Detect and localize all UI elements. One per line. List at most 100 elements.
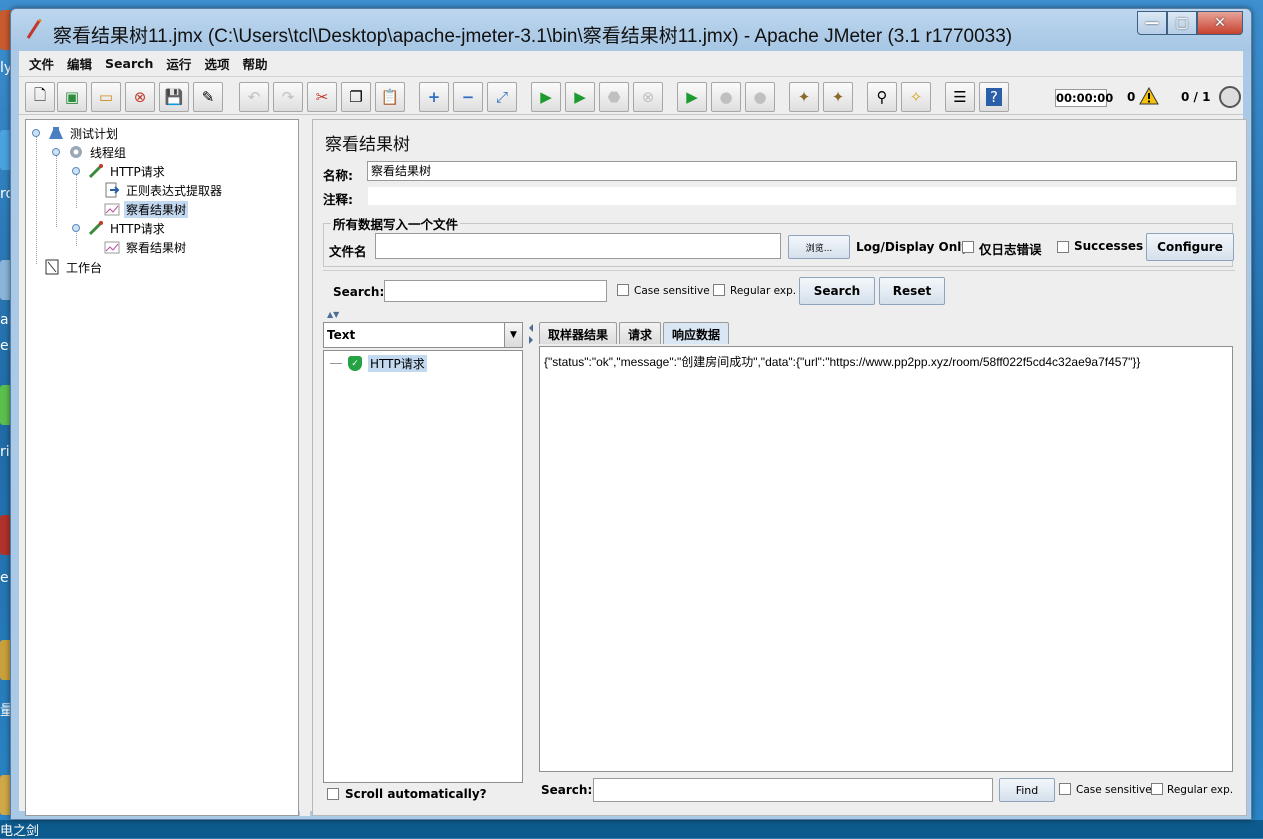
close-button[interactable]: ✕	[1197, 11, 1243, 35]
reset-search-button[interactable]: ✧	[901, 82, 931, 112]
shutdown-button[interactable]: ⊗	[633, 82, 663, 112]
remote-stop-button[interactable]: ●	[711, 82, 741, 112]
undo-icon: ↶	[247, 88, 261, 106]
scroll-auto-checkbox[interactable]	[327, 788, 339, 800]
broom-all-icon: ✦	[831, 88, 845, 106]
write-file-group-title: 所有数据写入一个文件	[331, 214, 461, 233]
collapse-button[interactable]: −	[453, 82, 483, 112]
listener-graph-icon	[104, 241, 120, 254]
find-button[interactable]: Find	[999, 778, 1055, 802]
regular-exp-label: Regular exp.	[730, 285, 797, 297]
find-regular-exp-checkbox[interactable]	[1151, 783, 1163, 795]
comment-field[interactable]	[367, 186, 1237, 206]
new-button[interactable]: 🗋	[25, 82, 55, 112]
tree-node-result-tree[interactable]: 察看结果树	[104, 238, 188, 256]
successes-label: Successes	[1074, 239, 1144, 253]
save-button[interactable]: 💾	[159, 82, 189, 112]
menu-search[interactable]: Search	[105, 56, 153, 71]
expand-toggle-icon[interactable]	[32, 129, 40, 137]
pipette-icon	[88, 221, 103, 236]
elapsed-time: 00:00:00	[1055, 89, 1114, 107]
renderer-select[interactable]: Text ▼	[323, 322, 523, 348]
tab-response-data[interactable]: 响应数据	[663, 322, 730, 344]
tree-node-http-request[interactable]: HTTP请求	[72, 219, 167, 237]
redo-button[interactable]: ↷	[273, 82, 303, 112]
maximize-button[interactable]: ▢	[1167, 11, 1197, 35]
clear-all-button[interactable]: ✦	[823, 82, 853, 112]
paste-button[interactable]: 📋	[375, 82, 405, 112]
find-case-sensitive-label: Case sensitive	[1076, 784, 1152, 796]
sample-result-label: HTTP请求	[368, 355, 427, 372]
tree-node-label: HTTP请求	[110, 164, 165, 179]
open-button[interactable]: ▭	[91, 82, 121, 112]
tab-request[interactable]: 请求	[619, 322, 662, 344]
broom-icon: ✦	[797, 88, 811, 106]
dropdown-arrow-icon[interactable]: ▼	[504, 323, 522, 347]
gear-icon	[70, 146, 82, 158]
split-collapse-arrows[interactable]: ▲▼	[327, 310, 339, 319]
copy-button[interactable]: ❐	[341, 82, 371, 112]
menu-run[interactable]: 运行	[166, 54, 191, 73]
expand-toggle-icon[interactable]	[72, 167, 80, 175]
title-bar[interactable]: 察看结果树11.jmx (C:\Users\tcl\Desktop\apache…	[11, 9, 1251, 51]
menu-help[interactable]: 帮助	[242, 54, 267, 73]
menu-edit[interactable]: 编辑	[67, 54, 92, 73]
tree-node-http-request[interactable]: HTTP请求	[72, 162, 167, 180]
successes-checkbox[interactable]	[1057, 241, 1069, 253]
play-no-timers-icon: ▶	[574, 88, 586, 106]
response-data-text[interactable]: {"status":"ok","message":"创建房间成功","data"…	[539, 346, 1233, 772]
templates-button[interactable]: ▣	[57, 82, 87, 112]
new-file-icon: 🗋	[33, 85, 47, 104]
search-tree-button[interactable]: ⚲	[867, 82, 897, 112]
filename-field[interactable]	[375, 233, 781, 259]
expand-toggle-icon[interactable]	[52, 148, 60, 156]
panel-title: 察看结果树	[325, 135, 410, 155]
comment-label: 注释:	[323, 192, 353, 207]
results-splitter[interactable]	[527, 322, 535, 807]
tree-node-thread-group[interactable]: 线程组	[52, 143, 128, 161]
tree-node-workbench[interactable]: 工作台	[44, 258, 104, 276]
expand-button[interactable]: +	[419, 82, 449, 112]
tree-node-label: 察看结果树	[124, 200, 189, 218]
search-input[interactable]	[384, 280, 607, 302]
scroll-auto-option[interactable]: Scroll automatically?	[327, 787, 487, 801]
start-button[interactable]: ▶	[531, 82, 561, 112]
menu-options[interactable]: 选项	[204, 54, 229, 73]
find-input[interactable]	[593, 778, 993, 802]
desktop-icon-label: ri	[0, 444, 10, 460]
close-file-button[interactable]: ⊗	[125, 82, 155, 112]
menu-file[interactable]: 文件	[29, 54, 54, 73]
result-tabs: 取样器结果 请求 响应数据	[539, 322, 731, 344]
undo-button[interactable]: ↶	[239, 82, 269, 112]
sample-result-item[interactable]: ✓ HTTP请求	[330, 355, 427, 372]
help-button[interactable]: ?	[979, 82, 1009, 112]
remote-start-button[interactable]: ▶	[677, 82, 707, 112]
browse-button[interactable]: 浏览...	[788, 235, 850, 259]
function-helper-button[interactable]: ☰	[945, 82, 975, 112]
tree-node-test-plan[interactable]: 测试计划	[32, 124, 120, 142]
toggle-button[interactable]: ⤢	[487, 82, 517, 112]
minimize-button[interactable]: —	[1137, 11, 1167, 35]
remote-shutdown-button[interactable]: ●	[745, 82, 775, 112]
cut-button[interactable]: ✂	[307, 82, 337, 112]
vertical-splitter[interactable]	[300, 119, 310, 816]
tree-node-regex-extractor[interactable]: 正则表达式提取器	[104, 181, 224, 199]
case-sensitive-checkbox[interactable]	[617, 284, 629, 296]
clear-button[interactable]: ✦	[789, 82, 819, 112]
start-no-pause-button[interactable]: ▶	[565, 82, 595, 112]
minimize-icon: —	[1145, 15, 1159, 31]
tree-node-label: 工作台	[66, 260, 103, 275]
warning-icon[interactable]	[1139, 87, 1159, 105]
regular-exp-checkbox[interactable]	[713, 284, 725, 296]
errors-only-checkbox[interactable]	[962, 241, 974, 253]
tree-node-result-tree[interactable]: 察看结果树	[104, 200, 189, 218]
configure-button[interactable]: Configure	[1146, 233, 1234, 261]
find-case-sensitive-checkbox[interactable]	[1059, 783, 1071, 795]
save-as-button[interactable]: ✎	[193, 82, 223, 112]
expand-toggle-icon[interactable]	[72, 224, 80, 232]
name-field[interactable]: 察看结果树	[367, 161, 1237, 181]
tab-sampler-result[interactable]: 取样器结果	[539, 322, 618, 344]
reset-button[interactable]: Reset	[879, 277, 945, 305]
search-button[interactable]: Search	[799, 277, 875, 305]
stop-button[interactable]: ⬣	[599, 82, 629, 112]
